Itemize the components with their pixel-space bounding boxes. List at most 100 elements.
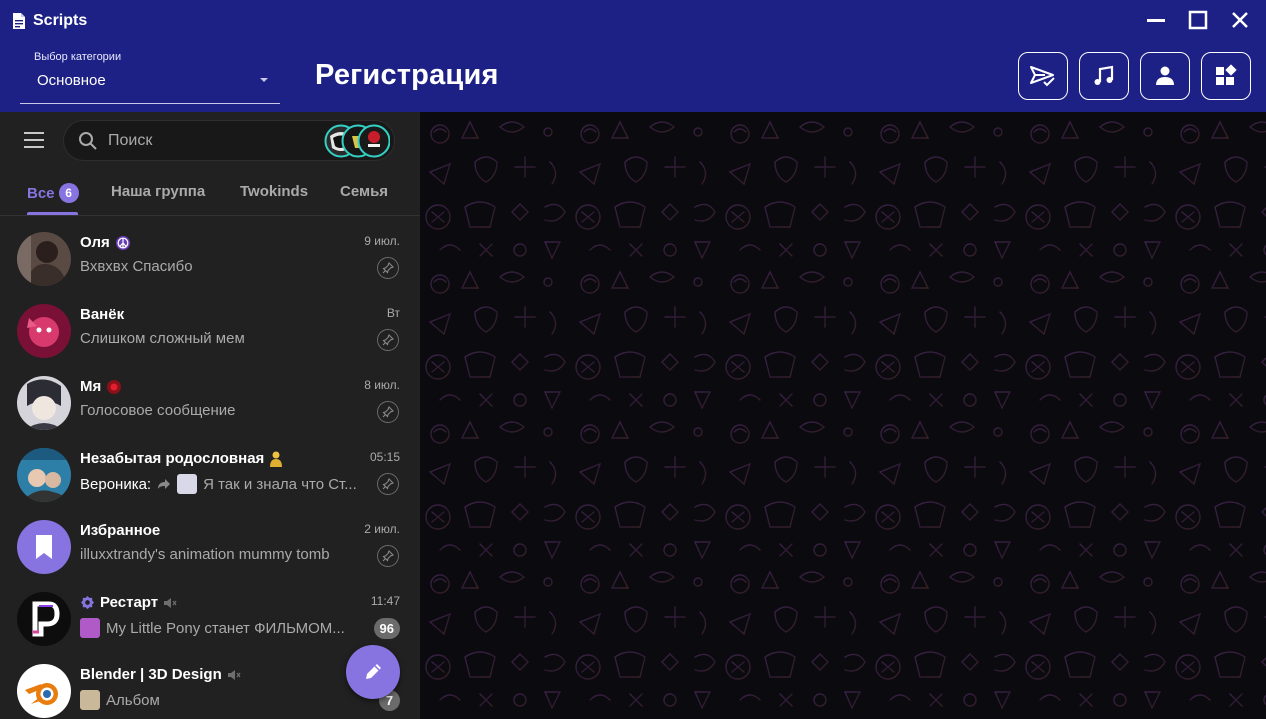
pin-icon (377, 545, 399, 567)
active-tab-indicator (27, 212, 78, 215)
send-check-icon (1030, 66, 1055, 87)
sticker-thumbnail (177, 474, 198, 494)
chat-name: Ванёк (80, 306, 125, 323)
forward-icon (158, 479, 171, 489)
chat-item-olya[interactable]: Оля Вхвхвх Спасибо 9 июл. (0, 223, 420, 295)
avatar (17, 592, 71, 646)
peace-emoji-icon (115, 235, 130, 250)
window-title: Scripts (12, 10, 87, 32)
chat-last-message: illuxxtrandy's animation mummy tomb (80, 546, 330, 563)
image-thumbnail (80, 618, 100, 638)
chat-sidebar: Поиск Все 6 Наша группа Twokinds Семья О… (0, 112, 420, 719)
chat-item-saved-messages[interactable]: Избранное illuxxtrandy's animation mummy… (0, 511, 420, 583)
window-title-label: Scripts (33, 12, 88, 29)
user-icon (1156, 66, 1174, 85)
avatar (17, 448, 71, 502)
document-icon (13, 13, 25, 29)
window-controls (1144, 8, 1252, 32)
widgets-icon (1216, 64, 1237, 85)
chevron-down-icon (260, 78, 268, 82)
chat-time: 2 июл. (364, 522, 400, 536)
close-icon (1232, 12, 1248, 28)
album-thumbnail (80, 690, 100, 710)
chat-time: 05:15 (369, 450, 400, 464)
music-note-icon (1094, 65, 1114, 85)
maximize-icon (1188, 10, 1208, 30)
stories-avatars[interactable] (324, 124, 390, 158)
chat-title: Незабытая родословная (80, 450, 283, 467)
chat-last-message: Альбом (80, 690, 372, 710)
menu-icon-line (24, 146, 44, 148)
widgets-button[interactable] (1201, 52, 1251, 100)
muted-icon (227, 669, 241, 680)
tab-our-group[interactable]: Наша группа (111, 183, 205, 200)
search-placeholder: Поиск (108, 132, 153, 149)
close-button[interactable] (1228, 8, 1252, 32)
chat-last-message: Слишком сложный мем (80, 330, 245, 347)
muted-icon (164, 597, 177, 608)
minimize-button[interactable] (1144, 8, 1168, 32)
maximize-button[interactable] (1186, 8, 1210, 32)
chat-name: Blender | 3D Design (80, 666, 222, 683)
avatar (17, 304, 71, 358)
chat-item-vanek[interactable]: Ванёк Слишком сложный мем Вт (0, 295, 420, 367)
chat-title: Blender | 3D Design (80, 666, 241, 683)
hamburger-menu-button[interactable] (24, 132, 48, 150)
category-select[interactable]: Выбор категории Основное (20, 44, 280, 104)
chat-name: Незабытая родословная (80, 450, 265, 467)
minimize-icon (1147, 19, 1165, 22)
chat-item-family-tree[interactable]: Незабытая родословная Вероника: Я так и … (0, 439, 420, 511)
chat-title: Мя (80, 378, 122, 395)
tab-family[interactable]: Семья (340, 183, 388, 200)
search-icon (79, 132, 97, 150)
chat-name: Мя (80, 378, 102, 395)
pencil-icon (366, 664, 381, 679)
avatar (17, 664, 71, 718)
chat-last-message: Голосовое сообщение (80, 402, 236, 419)
profile-button[interactable] (1140, 52, 1190, 100)
chat-time: 11:47 (370, 594, 400, 608)
chat-name: Рестарт (100, 594, 159, 611)
unread-count-badge: 96 (373, 618, 400, 639)
person-emoji-icon (270, 451, 283, 467)
red-emoji-icon (107, 379, 122, 394)
title-bar: Scripts Выбор категории Основное Регистр… (0, 0, 1266, 112)
menu-icon-line (24, 139, 44, 141)
pin-icon (377, 257, 399, 279)
verified-channel-icon (80, 595, 95, 610)
send-check-button[interactable] (1018, 52, 1068, 100)
chat-title: Избранное (80, 522, 160, 539)
toolbar (1018, 52, 1251, 100)
chat-title: Рестарт (80, 594, 177, 611)
tab-all[interactable]: Все 6 (27, 183, 79, 203)
message-sender: Вероника: (80, 475, 152, 493)
chat-time: Вт (386, 306, 400, 320)
message-text: My Little Pony станет ФИЛЬМОМ... (106, 619, 345, 637)
chat-item-restart[interactable]: Рестарт My Little Pony станет ФИЛЬМОМ...… (0, 583, 420, 655)
folder-tabs: Все 6 Наша группа Twokinds Семья (0, 170, 420, 216)
chat-time: 8 июл. (364, 378, 400, 392)
music-button[interactable] (1079, 52, 1129, 100)
bookmark-icon (17, 520, 71, 574)
tab-twokinds[interactable]: Twokinds (240, 183, 308, 200)
pin-icon (377, 473, 399, 495)
message-text: Альбом (106, 691, 160, 709)
chat-time: 9 июл. (364, 234, 400, 248)
new-message-button[interactable] (346, 645, 400, 699)
menu-icon-line (24, 132, 44, 134)
chat-title: Ванёк (80, 306, 124, 323)
chat-background (420, 112, 1266, 719)
tab-all-label: Все (27, 185, 55, 202)
search-input[interactable]: Поиск (63, 120, 395, 161)
pin-icon (377, 329, 399, 351)
chat-last-message: Вероника: Я так и знала что Ст... (80, 474, 372, 494)
avatar (17, 376, 71, 430)
message-text: Я так и знала что Ст... (203, 475, 357, 493)
chat-name: Избранное (80, 522, 161, 539)
chat-last-message: My Little Pony станет ФИЛЬМОМ... (80, 618, 372, 638)
avatar (17, 232, 71, 286)
unread-badge: 6 (58, 183, 79, 203)
chat-item-mya[interactable]: Мя Голосовое сообщение 8 июл. (0, 367, 420, 439)
pin-icon (377, 401, 399, 423)
doodle-pattern (420, 112, 1266, 719)
